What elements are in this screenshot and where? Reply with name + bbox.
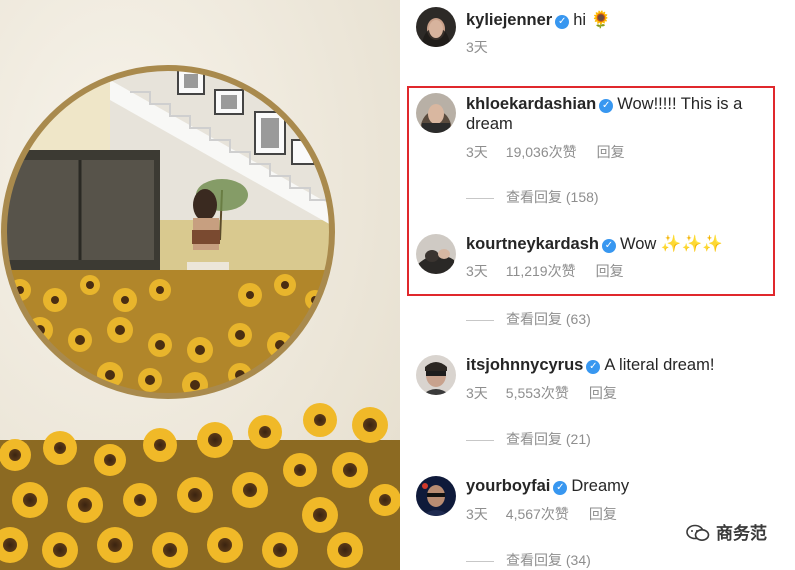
- comment-line: kyliejenner ✓ hi 🌻: [466, 10, 773, 30]
- comment-meta: 3天 5,553次赞 回复: [466, 384, 617, 402]
- comment-time: 3天: [466, 144, 488, 160]
- comment-text: Wow ✨✨✨: [619, 235, 723, 253]
- comment-text: A literal dream!: [604, 356, 715, 374]
- view-replies-label: 查看回复 (21): [506, 431, 591, 447]
- watermark-text: 商务范: [716, 524, 767, 543]
- view-replies-button[interactable]: 查看回复 (34): [466, 551, 591, 569]
- view-replies-label: 查看回复 (34): [506, 552, 591, 568]
- reply-button[interactable]: 回复: [597, 143, 625, 161]
- wechat-icon: [686, 524, 710, 542]
- comment-meta: 3天: [466, 38, 488, 56]
- comments-panel: kyliejenner ✓ hi 🌻 3天 khloekardashian ✓ Wow!…: [400, 0, 795, 570]
- comment-time: 3天: [466, 506, 488, 522]
- view-replies-label: 查看回复 (63): [506, 311, 591, 327]
- watermark: 商务范: [686, 519, 767, 544]
- post-photo: [0, 0, 400, 570]
- verified-badge-icon: ✓: [553, 481, 568, 495]
- comment-line: yourboyfai ✓ Dreamy: [466, 476, 773, 496]
- verified-badge-icon: ✓: [599, 99, 614, 113]
- verified-badge-icon: ✓: [555, 15, 570, 29]
- comment-time: 3天: [466, 39, 488, 55]
- comment-meta: 3天 4,567次赞 回复: [466, 505, 617, 523]
- comment-text: hi 🌻: [573, 11, 612, 29]
- avatar[interactable]: [416, 476, 456, 516]
- comment-text: Dreamy: [571, 477, 630, 495]
- avatar[interactable]: [416, 7, 456, 47]
- avatar[interactable]: [416, 234, 456, 274]
- comment-time: 3天: [466, 385, 488, 401]
- view-replies-button[interactable]: 查看回复 (158): [466, 188, 599, 206]
- divider-dash: [466, 319, 494, 321]
- reply-button[interactable]: 回复: [589, 505, 617, 523]
- reply-button[interactable]: 回复: [596, 262, 624, 280]
- avatar[interactable]: [416, 93, 456, 133]
- like-count[interactable]: 5,553次赞: [506, 384, 569, 402]
- comment-line: itsjohnnycyrus ✓ A literal dream!: [466, 355, 773, 375]
- comment-meta: 3天 19,036次赞 回复: [466, 143, 625, 161]
- verified-badge-icon: ✓: [601, 239, 616, 253]
- divider-dash: [466, 439, 494, 441]
- username-link[interactable]: yourboyfai: [466, 477, 550, 495]
- reply-button[interactable]: 回复: [589, 384, 617, 402]
- like-count[interactable]: 19,036次赞: [506, 143, 577, 161]
- username-link[interactable]: khloekardashian: [466, 95, 596, 113]
- like-count[interactable]: 4,567次赞: [506, 505, 569, 523]
- view-replies-button[interactable]: 查看回复 (21): [466, 430, 591, 448]
- comment-meta: 3天 11,219次赞 回复: [466, 262, 624, 280]
- username-link[interactable]: kourtneykardash: [466, 235, 599, 253]
- photo-of-mirror-and-sunflowers: [0, 0, 400, 570]
- avatar[interactable]: [416, 355, 456, 395]
- comment-time: 3天: [466, 263, 488, 279]
- comment-line: kourtneykardash ✓ Wow ✨✨✨: [466, 234, 773, 254]
- username-link[interactable]: kyliejenner: [466, 11, 552, 29]
- divider-dash: [466, 560, 494, 562]
- username-link[interactable]: itsjohnnycyrus: [466, 356, 583, 374]
- comment-line: khloekardashian ✓ Wow!!!!! This is a dream: [466, 94, 773, 134]
- like-count[interactable]: 11,219次赞: [506, 262, 576, 280]
- view-replies-button[interactable]: 查看回复 (63): [466, 310, 591, 328]
- divider-dash: [466, 197, 494, 199]
- verified-badge-icon: ✓: [586, 360, 601, 374]
- view-replies-label: 查看回复 (158): [506, 189, 599, 205]
